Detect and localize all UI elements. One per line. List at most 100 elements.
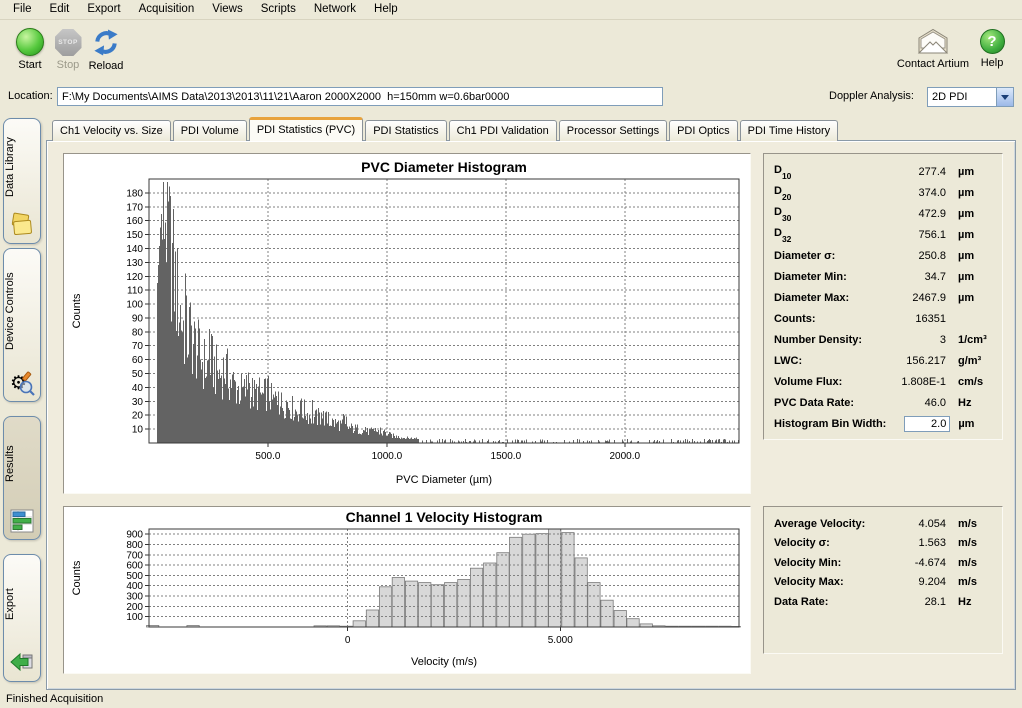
svg-text:400: 400: [126, 581, 143, 592]
svg-text:PVC Diameter Histogram: PVC Diameter Histogram: [361, 159, 527, 175]
sidebar-item-results[interactable]: Results: [3, 416, 41, 540]
stat-unit: m/s: [950, 576, 992, 588]
tab-pdi-statistics[interactable]: PDI Statistics: [365, 120, 446, 141]
diameter-stat-row-counts: Counts:16351: [774, 308, 992, 329]
diameter-stat-row-diameter: Diameter σ:250.8µm: [774, 245, 992, 266]
stat-value: 756.1: [886, 229, 950, 241]
reload-button[interactable]: Reload: [84, 28, 128, 72]
diameter-stat-row-d32: D32756.1µm: [774, 224, 992, 245]
stat-label: LWC:: [774, 355, 886, 367]
stat-label: Velocity σ:: [774, 537, 886, 549]
velocity-histogram-panel: Channel 1 Velocity Histogram100200300400…: [63, 506, 751, 674]
doppler-analysis-label: Doppler Analysis:: [829, 90, 914, 102]
diameter-stat-row-histogram-bin-width: Histogram Bin Width:µm: [774, 413, 992, 434]
stat-label: Diameter Min:: [774, 271, 886, 283]
menu-item-export[interactable]: Export: [78, 0, 129, 18]
stat-label: Data Rate:: [774, 596, 886, 608]
stat-unit: Hz: [950, 596, 992, 608]
stat-value: 28.1: [886, 596, 950, 608]
stat-value: 9.204: [886, 576, 950, 588]
stat-label: Velocity Min:: [774, 557, 886, 569]
stat-value: 46.0: [886, 397, 950, 409]
location-input[interactable]: [57, 87, 663, 106]
tab-pdi-optics[interactable]: PDI Optics: [669, 120, 738, 141]
velocity-stat-row-velocity: Velocity σ:1.563m/s: [774, 534, 992, 554]
stat-unit: µm: [950, 292, 992, 304]
sidebar-item-export[interactable]: Export: [3, 554, 41, 682]
stat-unit: µm: [950, 208, 992, 220]
stop-label: Stop: [48, 59, 88, 71]
svg-text:Counts: Counts: [71, 293, 83, 328]
tab-pdi-statistics-pvc[interactable]: PDI Statistics (PVC): [249, 117, 363, 141]
stat-value: 4.054: [886, 518, 950, 530]
stat-unit: µm: [950, 418, 992, 430]
menu-item-views[interactable]: Views: [203, 0, 251, 18]
svg-text:90: 90: [132, 313, 144, 324]
folders-icon: [9, 212, 35, 238]
tab-pdi-time-history[interactable]: PDI Time History: [740, 120, 839, 141]
doppler-analysis-select[interactable]: 2D PDI: [927, 87, 1014, 107]
menu-item-edit[interactable]: Edit: [41, 0, 79, 18]
stat-value: 3: [886, 334, 950, 346]
menu-item-help[interactable]: Help: [365, 0, 407, 18]
doppler-analysis-value: 2D PDI: [928, 91, 996, 103]
svg-text:160: 160: [126, 216, 143, 227]
svg-text:50: 50: [132, 369, 144, 380]
sidebar-item-data-library[interactable]: Data Library: [3, 118, 41, 244]
stat-label: Diameter Max:: [774, 292, 886, 304]
contact-artium-button[interactable]: Contact Artium: [890, 28, 976, 70]
diameter-stat-row-d30: D30472.9µm: [774, 203, 992, 224]
svg-text:130: 130: [126, 258, 143, 269]
diameter-stat-row-d20: D20374.0µm: [774, 182, 992, 203]
diameter-stat-row-diameter-min: Diameter Min:34.7µm: [774, 266, 992, 287]
start-button[interactable]: Start: [10, 28, 50, 71]
stat-label: D32: [774, 227, 886, 241]
svg-text:500: 500: [126, 571, 143, 582]
stop-button: STOP Stop: [48, 29, 88, 71]
svg-text:40: 40: [132, 383, 144, 394]
svg-text:1000.0: 1000.0: [372, 451, 403, 462]
svg-text:800: 800: [126, 540, 143, 551]
results-chart-icon: [9, 508, 35, 534]
tab-ch1-velocity-vs-size[interactable]: Ch1 Velocity vs. Size: [52, 120, 171, 141]
stat-unit: µm: [950, 166, 992, 178]
stat-unit: m/s: [950, 537, 992, 549]
diameter-stat-row-d10: D10277.4µm: [774, 161, 992, 182]
histogram-bin-width-input[interactable]: [904, 416, 950, 432]
svg-text:170: 170: [126, 202, 143, 213]
stat-unit: m/s: [950, 518, 992, 530]
diameter-stat-row-number-density: Number Density:31/cm³: [774, 329, 992, 350]
menu-item-scripts[interactable]: Scripts: [252, 0, 305, 18]
diameter-stat-row-pvc-data-rate: PVC Data Rate:46.0Hz: [774, 392, 992, 413]
velocity-stat-row-velocity-min: Velocity Min:-4.674m/s: [774, 553, 992, 573]
stat-value: 374.0: [886, 187, 950, 199]
svg-text:120: 120: [126, 272, 143, 283]
help-button[interactable]: ? Help: [972, 29, 1012, 69]
stat-value: 16351: [886, 313, 950, 325]
tab-processor-settings[interactable]: Processor Settings: [559, 120, 667, 141]
location-row: Location: Doppler Analysis: 2D PDI: [0, 84, 1022, 112]
menu-item-acquisition[interactable]: Acquisition: [130, 0, 204, 18]
dropdown-arrow-icon[interactable]: [996, 88, 1013, 106]
svg-text:30: 30: [132, 397, 144, 408]
stat-unit: µm: [950, 271, 992, 283]
stat-label: PVC Data Rate:: [774, 397, 886, 409]
envelope-icon: [915, 28, 951, 55]
start-icon: [16, 28, 44, 56]
tab-pdi-volume[interactable]: PDI Volume: [173, 120, 247, 141]
stat-value: -4.674: [886, 557, 950, 569]
stat-label: Average Velocity:: [774, 518, 886, 530]
svg-text:Velocity (m/s): Velocity (m/s): [411, 656, 477, 668]
stat-unit: µm: [950, 250, 992, 262]
stat-label: Counts:: [774, 313, 886, 325]
menu-item-network[interactable]: Network: [305, 0, 365, 18]
pvc-diameter-histogram-panel: PVC Diameter Histogram102030405060708090…: [63, 153, 751, 494]
stat-label: Number Density:: [774, 334, 886, 346]
svg-text:2000.0: 2000.0: [610, 451, 641, 462]
pvc-diameter-histogram-chart: PVC Diameter Histogram102030405060708090…: [64, 154, 750, 493]
menu-item-file[interactable]: File: [4, 0, 41, 18]
svg-text:1500.0: 1500.0: [491, 451, 522, 462]
svg-text:140: 140: [126, 244, 143, 255]
sidebar-item-device-controls[interactable]: Device Controls⚙: [3, 248, 41, 402]
tab-ch1-pdi-validation[interactable]: Ch1 PDI Validation: [449, 120, 557, 141]
